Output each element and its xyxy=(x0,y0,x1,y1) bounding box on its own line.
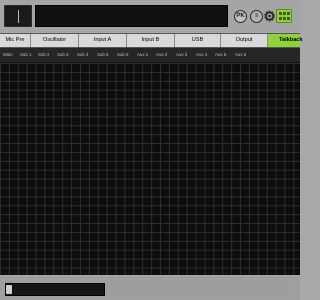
tab-bar: Mic Pre Oscillator Input A Input B USB O… xyxy=(0,33,303,48)
scroll-grip[interactable] xyxy=(6,285,12,294)
channel-label: Aux 1 xyxy=(137,52,149,57)
tab-output[interactable]: Output xyxy=(221,34,268,47)
tab-talkback[interactable]: Talkback xyxy=(268,34,303,47)
gear-icon[interactable]: ⚙ xyxy=(263,9,276,23)
channel-label: Sub 5 xyxy=(97,52,109,57)
channel-label: Aux 4 xyxy=(196,52,208,57)
channel-label: Sub 6 xyxy=(117,52,129,57)
fader-control[interactable] xyxy=(4,5,32,27)
channel-label: Aux 3 xyxy=(176,52,188,57)
tab-usb[interactable]: USB xyxy=(175,34,221,47)
grid-icon[interactable] xyxy=(276,9,292,23)
fader-tick xyxy=(18,10,19,23)
tab-mic-pre[interactable]: Mic Pre xyxy=(0,34,31,47)
channel-label: Sub 2 xyxy=(38,52,50,57)
tab-oscillator[interactable]: Oscillator xyxy=(31,34,79,47)
routing-matrix[interactable] xyxy=(0,63,300,275)
scrollbar-thumb[interactable] xyxy=(5,283,105,296)
channel-label: Aux 2 xyxy=(156,52,168,57)
tab-input-a[interactable]: Input A xyxy=(79,34,127,47)
channel-label: Aux 6 xyxy=(235,52,247,57)
channel-label: Aux 5 xyxy=(215,52,227,57)
channel-label: Main xyxy=(3,52,13,57)
channel-header: Main Sub 1 Sub 2 Sub 3 Sub 4 Sub 5 Sub 6… xyxy=(0,48,300,63)
name-display xyxy=(35,5,228,27)
top-bar: PK ≡ ⚙ xyxy=(0,0,300,32)
tab-input-b[interactable]: Input B xyxy=(127,34,175,47)
channel-label: Sub 1 xyxy=(20,52,32,57)
channel-label: Sub 4 xyxy=(77,52,89,57)
lock-icon[interactable]: PK xyxy=(234,10,247,23)
channel-label: Sub 3 xyxy=(57,52,69,57)
page-icon[interactable]: ≡ xyxy=(250,10,263,23)
